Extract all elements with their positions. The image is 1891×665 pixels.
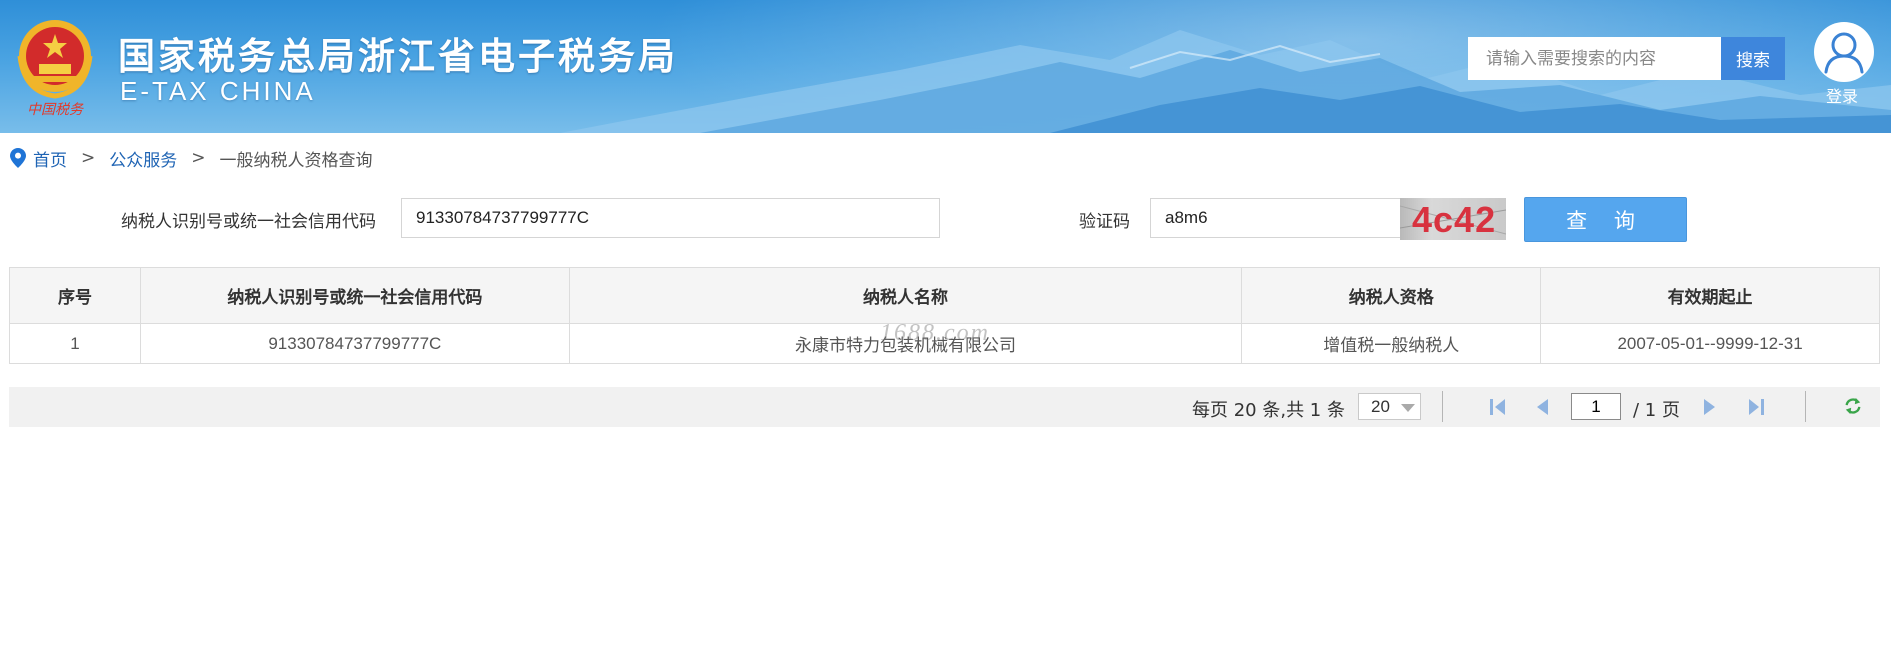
cell-validity-period: 2007-05-01--9999-12-31 xyxy=(1540,323,1880,364)
total-pages: / 1 页 xyxy=(1633,400,1680,421)
refresh-icon[interactable] xyxy=(1843,397,1863,415)
cell-index: 1 xyxy=(9,323,141,364)
breadcrumb-current: 一般纳税人资格查询 xyxy=(219,150,373,171)
chevron-down-icon xyxy=(1401,404,1415,412)
current-page-input[interactable] xyxy=(1571,393,1621,420)
header-taxpayer-name: 纳税人名称 xyxy=(568,267,1243,324)
next-page-icon[interactable] xyxy=(1700,398,1720,416)
site-search-input[interactable] xyxy=(1468,37,1721,80)
page-summary: 每页 20 条,共 1 条 xyxy=(1192,400,1345,421)
login-avatar[interactable] xyxy=(1814,22,1874,82)
captcha-image[interactable]: 4c42 xyxy=(1400,198,1506,240)
table-header-row: 序号 纳税人识别号或统一社会信用代码 纳税人名称 纳税人资格 有效期起止 xyxy=(9,267,1880,324)
taxpayer-id-label: 纳税人识别号或统一社会信用代码 xyxy=(121,212,376,232)
results-table: 序号 纳税人识别号或统一社会信用代码 纳税人名称 纳税人资格 有效期起止 1 9… xyxy=(9,267,1880,364)
query-button[interactable]: 查 询 xyxy=(1524,197,1687,242)
tax-emblem-logo: 中国税务 xyxy=(17,20,93,118)
cell-taxpayer-id: 91330784737799777C xyxy=(139,323,570,364)
user-icon xyxy=(1824,32,1864,74)
last-page-icon[interactable] xyxy=(1746,398,1766,416)
breadcrumb: 首页 > 公众服务 > 一般纳税人资格查询 xyxy=(10,146,373,171)
header-validity-period: 有效期起止 xyxy=(1540,267,1880,324)
header-taxpayer-id: 纳税人识别号或统一社会信用代码 xyxy=(139,267,570,324)
captcha-input[interactable] xyxy=(1150,198,1402,238)
page-size-value: 20 xyxy=(1371,397,1390,416)
captcha-label: 验证码 xyxy=(1079,212,1130,232)
taxpayer-id-input[interactable] xyxy=(401,198,940,238)
breadcrumb-separator: > xyxy=(191,148,206,168)
breadcrumb-home-link[interactable]: 首页 xyxy=(33,146,67,171)
site-title: 国家税务总局浙江省电子税务局 xyxy=(118,35,678,78)
captcha-text: 4c42 xyxy=(1412,199,1497,240)
header-index: 序号 xyxy=(9,267,141,324)
page-size-select[interactable]: 20 xyxy=(1358,393,1421,420)
breadcrumb-separator: > xyxy=(81,148,96,168)
pager-divider xyxy=(1805,391,1806,422)
breadcrumb-public-service-link[interactable]: 公众服务 xyxy=(109,146,177,171)
cell-taxpayer-name: 永康市特力包装机械有限公司 xyxy=(568,323,1243,364)
site-subtitle: E-TAX CHINA xyxy=(120,76,316,106)
site-search-button[interactable]: 搜索 xyxy=(1721,37,1785,80)
header-qualification: 纳税人资格 xyxy=(1241,267,1542,324)
pagination-bar: 每页 20 条,共 1 条 20 / 1 页 xyxy=(9,387,1880,427)
first-page-icon[interactable] xyxy=(1488,398,1508,416)
cell-qualification: 增值税一般纳税人 xyxy=(1241,323,1542,364)
table-row: 1 91330784737799777C 永康市特力包装机械有限公司 增值税一般… xyxy=(9,323,1880,364)
login-link[interactable]: 登录 xyxy=(1826,83,1858,107)
site-header: 中国税务 国家税务总局浙江省电子税务局 E-TAX CHINA 搜索 登录 xyxy=(0,0,1891,133)
location-pin-icon xyxy=(10,148,26,168)
emblem-caption: 中国税务 xyxy=(27,102,84,118)
pager-divider xyxy=(1442,391,1443,422)
previous-page-icon[interactable] xyxy=(1532,398,1552,416)
